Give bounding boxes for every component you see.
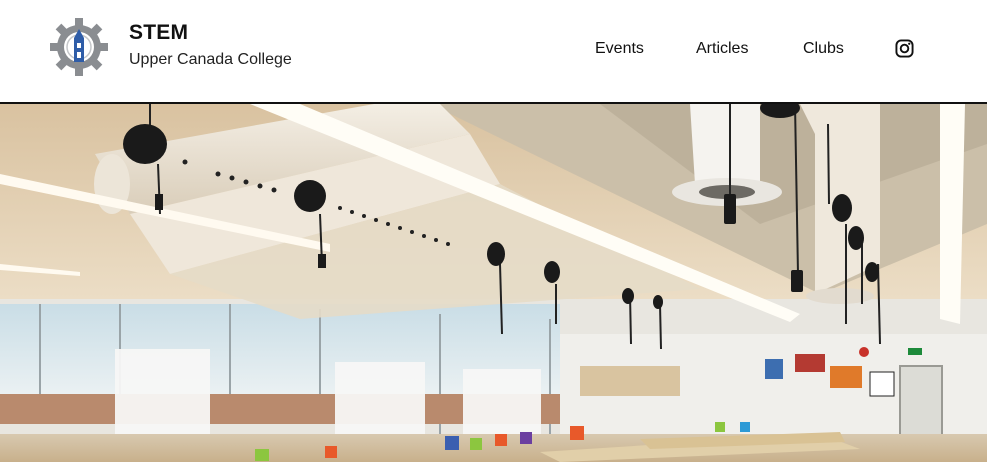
nav-link-articles[interactable]: Articles	[696, 40, 748, 58]
brand-title[interactable]: STEM	[129, 21, 188, 45]
brand-subtitle: Upper Canada College	[129, 51, 292, 68]
nav-link-clubs[interactable]: Clubs	[803, 40, 844, 58]
classroom-lab-photo	[0, 104, 987, 462]
gear-tower-logo-icon[interactable]	[49, 18, 109, 76]
site-header: STEM Upper Canada College Events Article…	[0, 0, 987, 104]
instagram-icon[interactable]	[895, 39, 914, 58]
nav-link-events[interactable]: Events	[595, 40, 644, 58]
hero-image	[0, 104, 987, 462]
